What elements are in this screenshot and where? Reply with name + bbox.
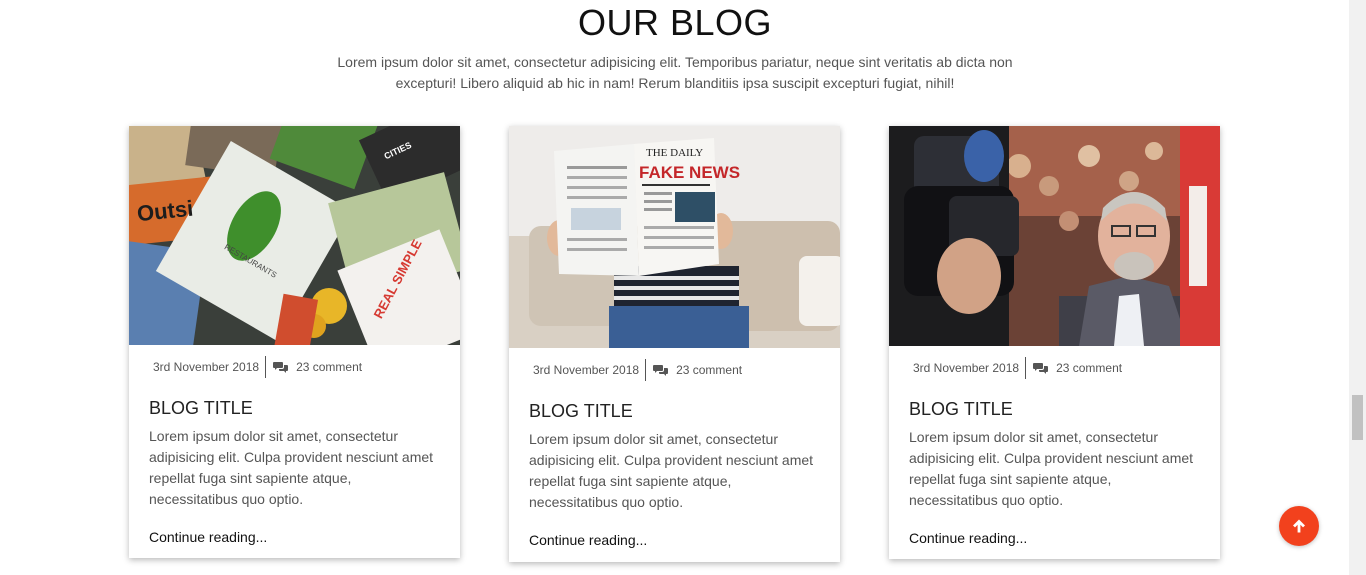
post-comments[interactable]: 23 comment	[646, 363, 742, 377]
back-to-top-button[interactable]	[1279, 506, 1319, 546]
comment-count: 23 comment	[296, 360, 363, 374]
scrollbar-thumb[interactable]	[1352, 395, 1363, 440]
continue-reading-link[interactable]: Continue reading...	[149, 529, 267, 545]
newspaper-headline: FAKE NEWS	[639, 163, 740, 182]
post-meta: 3rd November 2018 23 comment	[153, 356, 362, 378]
post-date: 3rd November 2018	[153, 356, 267, 378]
section-title: OUR BLOG	[577, 2, 773, 43]
post-meta: 3rd November 2018 23 comment	[913, 357, 1122, 379]
comment-count: 23 comment	[1056, 361, 1123, 375]
comments-icon	[273, 362, 289, 373]
post-title[interactable]: BLOG TITLE	[909, 399, 1013, 420]
newspaper-masthead: THE DAILY	[646, 147, 703, 159]
post-comments[interactable]: 23 comment	[1026, 361, 1122, 375]
section-intro: Lorem ipsum dolor sit amet, consectetur …	[337, 54, 1013, 91]
blog-image-press-camera[interactable]	[889, 126, 1220, 346]
blog-image-magazines[interactable]: Outsi RESTAURANTS REAL SIMPLE CITIES	[129, 126, 460, 345]
comment-count: 23 comment	[676, 363, 743, 377]
blog-card: THE DAILY FAKE NEWS 3rd November 2018 23…	[509, 126, 840, 562]
post-comments[interactable]: 23 comment	[266, 360, 362, 374]
blog-card: 3rd November 2018 23 comment BLOG TITLE …	[889, 126, 1220, 559]
post-excerpt: Lorem ipsum dolor sit amet, consectetur …	[149, 428, 434, 507]
arrow-up-icon	[1293, 519, 1305, 533]
post-date: 3rd November 2018	[533, 359, 647, 381]
post-title[interactable]: BLOG TITLE	[149, 398, 253, 419]
post-title[interactable]: BLOG TITLE	[529, 401, 633, 422]
blog-card: Outsi RESTAURANTS REAL SIMPLE CITIES 3rd…	[129, 126, 460, 558]
continue-reading-link[interactable]: Continue reading...	[909, 530, 1027, 546]
post-date: 3rd November 2018	[913, 357, 1027, 379]
blog-image-newspaper[interactable]: THE DAILY FAKE NEWS	[509, 126, 840, 348]
scrollbar[interactable]	[1349, 0, 1366, 575]
post-excerpt: Lorem ipsum dolor sit amet, consectetur …	[529, 431, 814, 510]
post-meta: 3rd November 2018 23 comment	[533, 359, 742, 381]
continue-reading-link[interactable]: Continue reading...	[529, 532, 647, 548]
comments-icon	[653, 365, 669, 376]
comments-icon	[1033, 363, 1049, 374]
post-excerpt: Lorem ipsum dolor sit amet, consectetur …	[909, 429, 1194, 508]
